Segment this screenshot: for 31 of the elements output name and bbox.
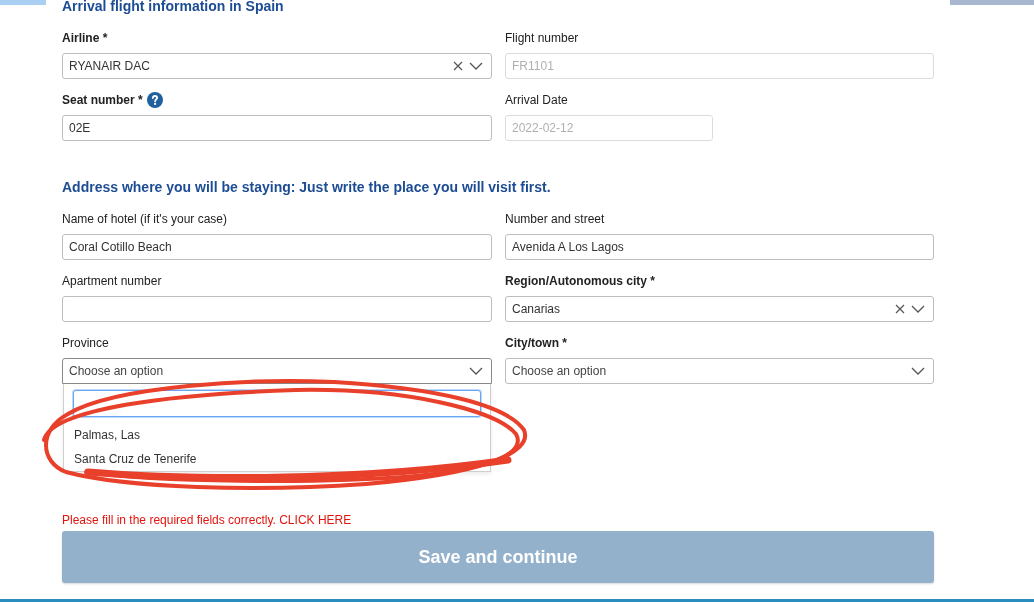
field-label: Airline * <box>62 30 108 46</box>
text-field[interactable]: Coral Cotillo Beach <box>62 234 492 260</box>
section-title: Arrival flight information in Spain <box>62 0 284 15</box>
chevron-down-icon[interactable] <box>911 367 925 375</box>
field-label: City/town * <box>505 335 567 351</box>
clear-icon[interactable] <box>453 61 463 71</box>
text-field[interactable]: 02E <box>62 115 492 141</box>
field-label: Province <box>62 335 109 351</box>
field-label: Flight number <box>505 30 579 46</box>
help-icon[interactable] <box>146 92 163 108</box>
dropdown-option[interactable]: Santa Cruz de Tenerife <box>64 447 490 471</box>
header-strip <box>0 0 46 5</box>
chevron-down-icon[interactable] <box>469 367 483 375</box>
field-label: Region/Autonomous city * <box>505 273 655 289</box>
field-label: Arrival Date <box>505 92 568 108</box>
field-label: Apartment number <box>62 273 162 289</box>
text-field[interactable] <box>62 296 492 322</box>
chevron-down-icon[interactable] <box>911 305 925 313</box>
clear-icon[interactable] <box>895 304 905 314</box>
select-field[interactable]: RYANAIR DAC <box>62 53 492 79</box>
error-message: Please fill in the required fields correctly. CLICK HERE <box>62 513 352 527</box>
field-label: Seat number * <box>62 92 143 108</box>
dropdown-option[interactable]: Palmas, Las <box>64 423 490 447</box>
select-field[interactable]: Choose an option <box>62 358 492 384</box>
chevron-down-icon[interactable] <box>469 62 483 70</box>
select-field[interactable]: Choose an option <box>505 358 934 384</box>
section-title: Address where you will be staying: Just write the place you will visit first. <box>62 178 551 196</box>
field-label: Number and street <box>505 211 605 227</box>
field-label: Name of hotel (if it's your case) <box>62 211 228 227</box>
text-field[interactable]: Avenida A Los Lagos <box>505 234 934 260</box>
select-field[interactable]: Canarias <box>505 296 934 322</box>
